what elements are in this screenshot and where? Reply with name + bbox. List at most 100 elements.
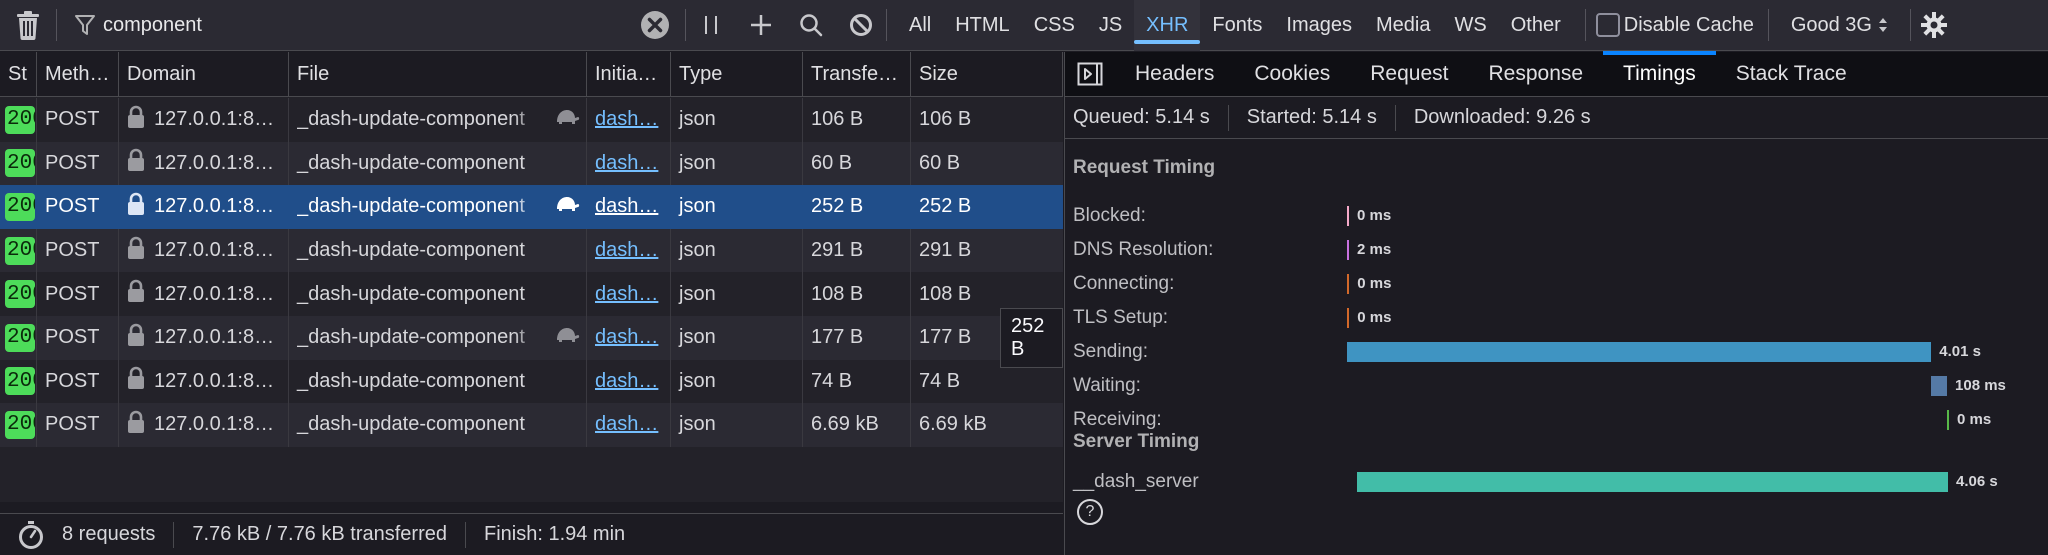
file-text: _dash-update-component xyxy=(297,326,525,349)
filter-urls-input[interactable] xyxy=(103,13,633,37)
table-row[interactable]: 200POST 127.0.0.1:8… _dash-update-componen… xyxy=(0,315,1063,360)
lock-icon xyxy=(127,105,145,135)
tab-cookies[interactable]: Cookies xyxy=(1234,52,1350,97)
footer-separator xyxy=(173,521,175,548)
footer-separator xyxy=(464,521,466,548)
transferred-cell: 108 B xyxy=(803,272,911,316)
initiator-link[interactable]: dash… xyxy=(595,108,658,131)
add-request-button[interactable] xyxy=(736,0,786,51)
column-header[interactable]: St xyxy=(0,52,37,97)
table-row[interactable]: 200POST 127.0.0.1:8… _dash-update-componen… xyxy=(0,98,1063,142)
file-cell: _dash-update-component xyxy=(289,315,587,360)
slow-request-turtle-icon xyxy=(554,195,580,219)
tab-timings[interactable]: Timings xyxy=(1603,50,1716,97)
file-cell: _dash-update-component xyxy=(289,403,587,447)
initiator-link[interactable]: dash… xyxy=(595,239,658,262)
summary-separator xyxy=(1394,104,1396,131)
tab-request[interactable]: Request xyxy=(1350,52,1468,97)
table-row[interactable]: 200POST 127.0.0.1:8… _dash-update-componen… xyxy=(0,272,1063,316)
table-row[interactable]: 200POST 127.0.0.1:8… _dash-update-componen… xyxy=(0,228,1063,273)
column-header[interactable]: Size xyxy=(911,52,1063,97)
clear-filter-button[interactable] xyxy=(633,0,677,51)
table-row[interactable]: 200POST 127.0.0.1:8… _dash-update-componen… xyxy=(0,359,1063,404)
pause-button[interactable] xyxy=(686,0,736,51)
type-filter-all[interactable]: All xyxy=(897,0,943,51)
stopwatch-icon[interactable] xyxy=(18,520,44,550)
column-header[interactable]: Transfe… xyxy=(803,52,911,97)
block-requests-button[interactable] xyxy=(836,0,886,51)
column-header[interactable]: File xyxy=(289,52,587,97)
table-row[interactable]: 200POST 127.0.0.1:8… _dash-update-componen… xyxy=(0,185,1063,229)
settings-button[interactable] xyxy=(1911,0,1957,51)
column-header[interactable]: Domain xyxy=(119,52,289,97)
domain-cell: 127.0.0.1:8… xyxy=(119,315,289,360)
status-cell: 200 xyxy=(0,315,37,360)
column-header[interactable]: Meth… xyxy=(37,52,119,97)
domain-cell: 127.0.0.1:8… xyxy=(119,403,289,447)
tab-headers[interactable]: Headers xyxy=(1115,52,1234,97)
type-cell: json xyxy=(671,403,803,447)
initiator-link[interactable]: dash… xyxy=(595,195,658,218)
type-filter-ws[interactable]: WS xyxy=(1443,0,1499,51)
timing-bar xyxy=(1357,472,1948,492)
column-header[interactable]: Initia… xyxy=(587,52,671,97)
initiator-link[interactable]: dash… xyxy=(595,283,658,306)
column-header[interactable]: Type xyxy=(671,52,803,97)
method-cell: POST xyxy=(37,272,119,316)
details-tab-list: Headers Cookies Request Response Timings Stac… xyxy=(1115,50,1867,97)
initiator-link[interactable]: dash… xyxy=(595,152,658,175)
initiator-cell: dash… xyxy=(587,98,671,142)
disable-cache-checkbox[interactable] xyxy=(1595,13,1620,37)
method-cell: POST xyxy=(37,315,119,360)
started-time: Started: 5.14 s xyxy=(1246,106,1377,128)
status-bar: 8 requests 7.76 kB / 7.76 kB transferred… xyxy=(0,513,1063,555)
file-cell: _dash-update-component xyxy=(289,272,587,316)
tab-stack-trace[interactable]: Stack Trace xyxy=(1716,52,1867,97)
domain-text: 127.0.0.1:8… xyxy=(154,151,275,174)
domain-cell: 127.0.0.1:8… xyxy=(119,185,289,229)
file-cell: _dash-update-component xyxy=(289,98,587,142)
initiator-link[interactable]: dash… xyxy=(595,370,658,393)
type-filter-css[interactable]: CSS xyxy=(1022,0,1087,51)
status-badge: 200 xyxy=(5,367,35,396)
lock-icon xyxy=(127,279,145,309)
lock-icon xyxy=(127,192,145,222)
type-filter-xhr[interactable]: XHR xyxy=(1134,0,1201,51)
request-count: 8 requests xyxy=(62,523,156,545)
clear-button[interactable] xyxy=(0,0,56,51)
filter-box xyxy=(57,13,633,37)
tab-response[interactable]: Response xyxy=(1468,52,1603,97)
timing-label: Connecting: xyxy=(1073,273,1175,294)
size-cell: 6.69 kB xyxy=(919,413,987,436)
type-filter-fonts[interactable]: Fonts xyxy=(1200,0,1274,51)
help-icon[interactable]: ? xyxy=(1077,499,1103,525)
domain-cell: 127.0.0.1:8… xyxy=(119,141,289,186)
type-filter-images[interactable]: Images xyxy=(1274,0,1364,51)
initiator-cell: dash… xyxy=(587,228,671,273)
table-row[interactable]: 200POST 127.0.0.1:8… _dash-update-componen… xyxy=(0,403,1063,447)
domain-cell: 127.0.0.1:8… xyxy=(119,98,289,142)
throttling-select[interactable]: Good 3G xyxy=(1769,14,1910,37)
initiator-cell: dash… xyxy=(587,315,671,360)
transferred-cell: 106 B xyxy=(803,98,911,142)
search-button[interactable] xyxy=(786,0,836,51)
domain-text: 127.0.0.1:8… xyxy=(154,239,275,262)
type-filter-other[interactable]: Other xyxy=(1499,0,1573,51)
type-filter-media[interactable]: Media xyxy=(1364,0,1442,51)
type-filter-html[interactable]: HTML xyxy=(943,0,1021,51)
type-filter-js[interactable]: JS xyxy=(1087,0,1134,51)
initiator-link[interactable]: dash… xyxy=(595,326,658,349)
toggle-sidebar-button[interactable] xyxy=(1065,52,1115,97)
disable-cache-label: Disable Cache xyxy=(1623,13,1754,36)
initiator-link[interactable]: dash… xyxy=(595,413,658,436)
type-cell: json xyxy=(671,359,803,404)
status-badge: 200 xyxy=(5,323,35,352)
file-cell: _dash-update-component xyxy=(289,185,587,229)
timing-value: 0 ms xyxy=(1357,207,1392,224)
transferred-cell: 74 B xyxy=(803,359,911,404)
table-row[interactable]: 200POST 127.0.0.1:8… _dash-update-componen… xyxy=(0,141,1063,186)
disable-cache-toggle[interactable]: Disable Cache xyxy=(1586,13,1768,37)
method-cell: POST xyxy=(37,141,119,186)
timing-value: 2 ms xyxy=(1357,241,1392,258)
status-cell: 200 xyxy=(0,272,37,316)
